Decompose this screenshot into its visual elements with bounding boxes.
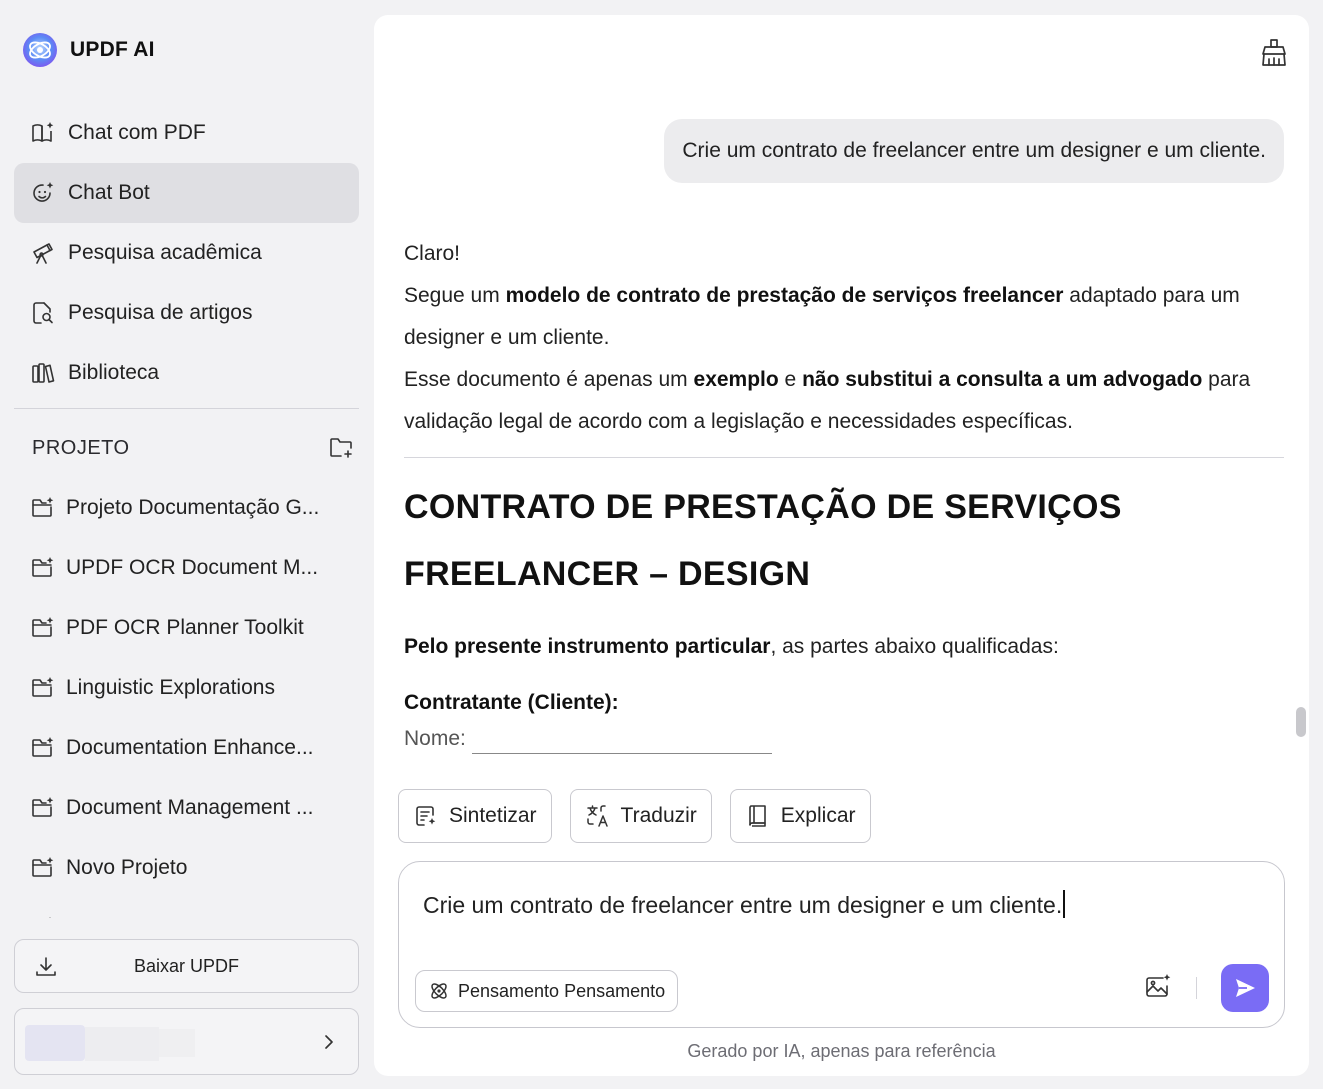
- nav-chat-com-pdf[interactable]: Chat com PDF: [14, 103, 359, 163]
- account-card[interactable]: [14, 1008, 359, 1075]
- nav-chat-bot[interactable]: Chat Bot: [14, 163, 359, 223]
- thinking-mode-toggle[interactable]: Pensamento Pensamento: [415, 970, 679, 1012]
- composer-input[interactable]: Crie um contrato de freelancer entre um …: [423, 890, 1066, 919]
- project-item[interactable]: Document Management ...: [30, 778, 350, 838]
- project-label: Linguistic Explorations: [66, 676, 275, 699]
- nav-pesquisa-artigos[interactable]: Pesquisa de artigos: [14, 283, 359, 343]
- projects-header: PROJETO: [32, 432, 354, 464]
- project-item[interactable]: Documentation Enhance...: [30, 718, 350, 778]
- telescope-icon: [33, 243, 53, 264]
- contratante-label: Contratante (Cliente):: [404, 691, 619, 714]
- composer-separator: [1196, 977, 1197, 999]
- project-item[interactable]: PDF OCR Planner Toolkit: [30, 598, 350, 658]
- ai-image-icon[interactable]: [1143, 972, 1173, 1002]
- explain-button[interactable]: Explicar: [729, 789, 871, 843]
- app-name: UPDF AI: [70, 38, 155, 61]
- nav-label: Pesquisa de artigos: [68, 301, 253, 324]
- project-label: PDF OCR Planner Toolkit: [66, 616, 304, 639]
- projects-title: PROJETO: [32, 436, 130, 459]
- message-composer[interactable]: Crie um contrato de freelancer entre um …: [398, 861, 1285, 1028]
- answer-paragraph-2: Esse documento é apenas um exemplo e não…: [404, 368, 1251, 433]
- book-icon: [748, 805, 766, 827]
- contract-heading: CONTRATO DE PRESTAÇÃO DE SERVIÇOS FREELA…: [404, 488, 1122, 593]
- nav-label: Chat Bot: [68, 181, 150, 204]
- folder-icon: [32, 737, 54, 757]
- folder-icon: [32, 497, 54, 517]
- action-label: Traduzir: [620, 804, 697, 827]
- nav-label: Biblioteca: [68, 361, 160, 384]
- account-name-redacted: [85, 1027, 159, 1061]
- thinking-label: Pensamento Pensamento: [458, 980, 666, 1001]
- summarize-button[interactable]: Sintetizar: [398, 789, 552, 843]
- avatar: [25, 1025, 85, 1061]
- project-item[interactable]: Linguistic Explorations: [30, 658, 350, 718]
- summarize-icon: [416, 806, 436, 826]
- project-item[interactable]: Gestão de Dados: [30, 898, 350, 918]
- folder-icon: [32, 857, 54, 877]
- quick-actions: Sintetizar Traduzir Explicar: [398, 789, 871, 843]
- text-caret: [1063, 890, 1066, 918]
- answer-divider: [404, 457, 1284, 458]
- project-item[interactable]: Projeto Documentação G...: [30, 478, 350, 538]
- new-folder-icon[interactable]: [328, 435, 354, 461]
- chat-scrollbar[interactable]: [1296, 707, 1306, 737]
- answer-paragraph-1: Segue um modelo de contrato de prestação…: [404, 284, 1240, 349]
- sidebar: UPDF AI Chat com PDF Chat Bot Pesquisa a…: [0, 0, 372, 1089]
- nome-blank-line: [471, 728, 772, 754]
- main-nav: Chat com PDF Chat Bot Pesquisa acadêmica: [14, 103, 359, 403]
- project-label: Documentation Enhance...: [66, 736, 314, 759]
- atom-icon: [431, 983, 447, 999]
- brand[interactable]: UPDF AI: [22, 32, 155, 68]
- clear-chat-broom-icon[interactable]: [1257, 35, 1291, 69]
- book-sparkle-icon: [32, 122, 54, 142]
- translate-button[interactable]: Traduzir: [569, 789, 712, 843]
- send-button[interactable]: [1221, 964, 1269, 1012]
- project-item[interactable]: UPDF OCR Document M...: [30, 538, 350, 598]
- doc-search-icon: [33, 302, 53, 324]
- project-list: Projeto Documentação G... UPDF OCR Docume…: [30, 478, 350, 918]
- assistant-answer: Claro! Segue um modelo de contrato de pr…: [404, 233, 1284, 754]
- folder-icon: [32, 797, 54, 817]
- translate-icon: [586, 805, 608, 827]
- nav-pesquisa-academica[interactable]: Pesquisa acadêmica: [14, 223, 359, 283]
- sidebar-divider: [14, 408, 359, 409]
- folder-icon: [49, 917, 51, 918]
- project-label: Document Management ...: [66, 796, 314, 819]
- ai-disclaimer: Gerado por IA, apenas para referência: [687, 1041, 996, 1061]
- folder-icon: [32, 677, 54, 697]
- project-label: Projeto Documentação G...: [66, 496, 320, 519]
- download-updf-button[interactable]: Baixar UPDF: [14, 939, 359, 993]
- send-icon: [1236, 979, 1255, 997]
- chat-panel: Crie um contrato de freelancer entre um …: [374, 15, 1309, 1076]
- nav-label: Chat com PDF: [68, 121, 206, 144]
- library-icon: [32, 363, 55, 383]
- bot-face-icon: [33, 182, 54, 202]
- folder-icon: [32, 557, 54, 577]
- user-message-bubble: Crie um contrato de freelancer entre um …: [664, 119, 1284, 183]
- download-icon: [36, 957, 56, 976]
- project-label: Novo Projeto: [66, 856, 188, 879]
- updf-logo-icon: [23, 33, 57, 67]
- project-label: UPDF OCR Document M...: [66, 556, 319, 579]
- account-info-redacted: [159, 1029, 195, 1057]
- folder-icon: [32, 617, 54, 637]
- chevron-right-icon: [325, 1035, 333, 1049]
- action-label: Explicar: [780, 804, 856, 827]
- nome-field-line: Nome:: [404, 724, 1284, 754]
- nav-label: Pesquisa acadêmica: [68, 241, 262, 264]
- answer-greeting: Claro!: [404, 242, 461, 265]
- download-label: Baixar UPDF: [133, 955, 240, 976]
- answer-paragraph-3: Pelo presente instrumento particular, as…: [404, 635, 1059, 658]
- project-label: Gestão de Dados: [66, 916, 229, 918]
- nav-biblioteca[interactable]: Biblioteca: [14, 343, 359, 403]
- project-item[interactable]: Novo Projeto: [30, 838, 350, 898]
- action-label: Sintetizar: [449, 804, 537, 827]
